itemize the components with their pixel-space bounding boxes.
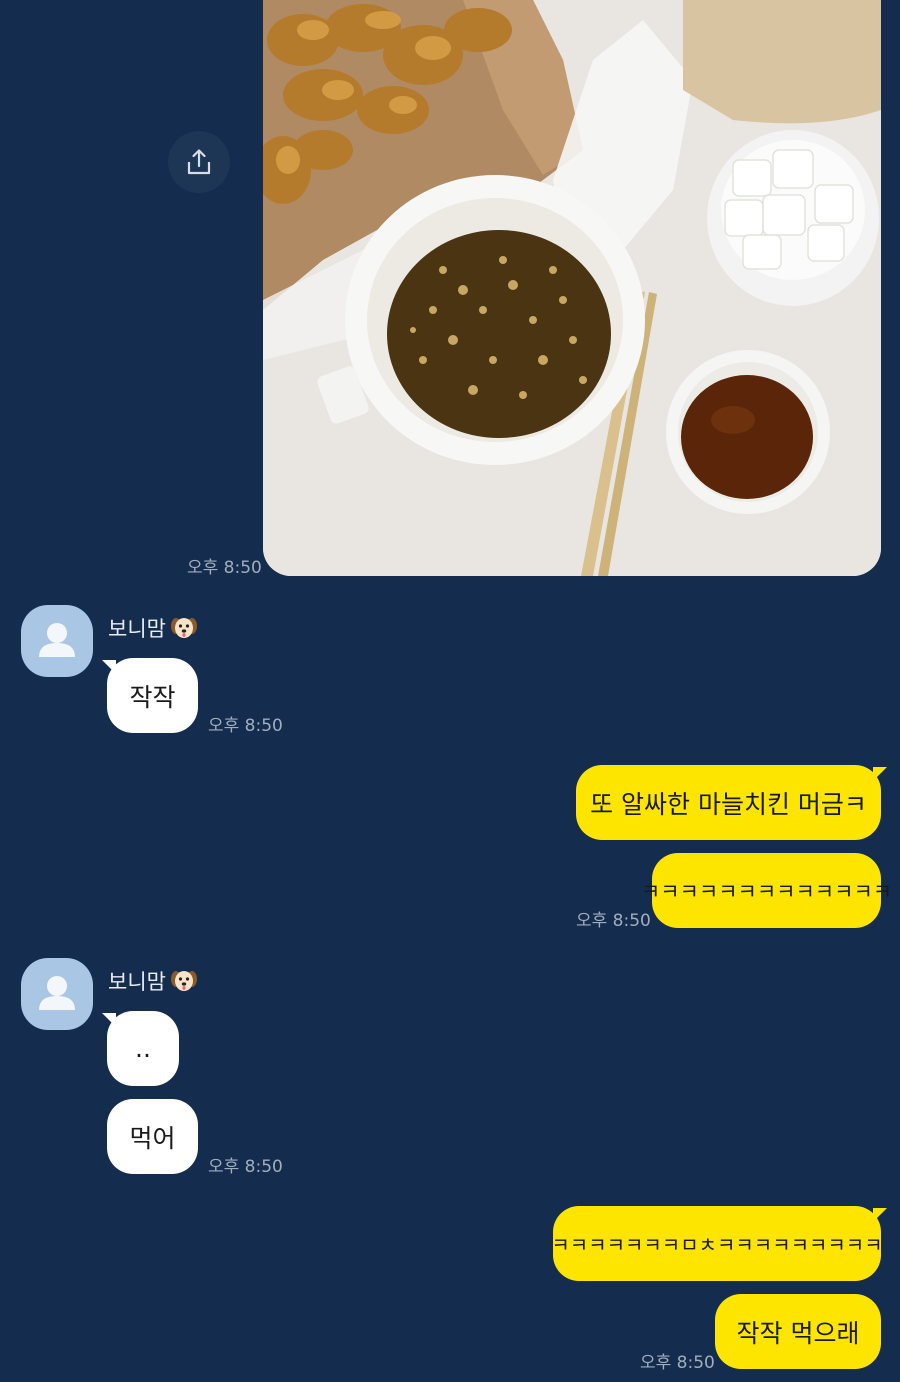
share-button[interactable] [168, 131, 230, 193]
avatar[interactable] [21, 605, 93, 677]
outgoing-message-bubble[interactable]: ㅋㅋㅋㅋㅋㅋㅋㅋㅋㅋㅋㅋㅋ [641, 853, 892, 928]
sender-name-text: 보니맘 [108, 617, 166, 641]
sender-name-text: 보니맘 [108, 970, 166, 994]
outgoing-message-bubble[interactable]: 또 알싸한 마늘치킨 머금ㅋ [576, 765, 881, 840]
chat-screen: 오후 8:50 보니맘 작작 오후 8:50 또 알싸한 마늘치킨 머금ㅋ ㅋㅋ… [0, 0, 900, 1382]
food-photo-image [263, 0, 881, 576]
outgoing-message-bubble[interactable]: 작작 먹으래 [715, 1294, 881, 1369]
message-time: 오후 8:50 [208, 716, 283, 736]
shared-photo[interactable] [263, 0, 881, 576]
avatar[interactable] [21, 958, 93, 1030]
dog-face-emoji-icon [170, 967, 198, 995]
message-time: 오후 8:50 [640, 1353, 715, 1373]
dog-face-emoji-icon [170, 614, 198, 642]
incoming-message-bubble[interactable]: 먹어 [107, 1099, 198, 1174]
sender-name: 보니맘 [108, 613, 198, 643]
share-upload-icon [187, 149, 211, 175]
person-silhouette-icon [39, 623, 75, 657]
photo-message-time: 오후 8:50 [187, 558, 262, 578]
message-time: 오후 8:50 [576, 911, 651, 931]
sender-name: 보니맘 [108, 966, 198, 996]
outgoing-message-bubble[interactable]: ㅋㅋㅋㅋㅋㅋㅋㅁㅊㅋㅋㅋㅋㅋㅋㅋㅋㅋ [551, 1206, 883, 1281]
message-time: 오후 8:50 [208, 1157, 283, 1177]
incoming-message-bubble[interactable]: 작작 [107, 658, 198, 733]
incoming-message-bubble[interactable]: .. [107, 1011, 179, 1086]
person-silhouette-icon [39, 976, 75, 1010]
